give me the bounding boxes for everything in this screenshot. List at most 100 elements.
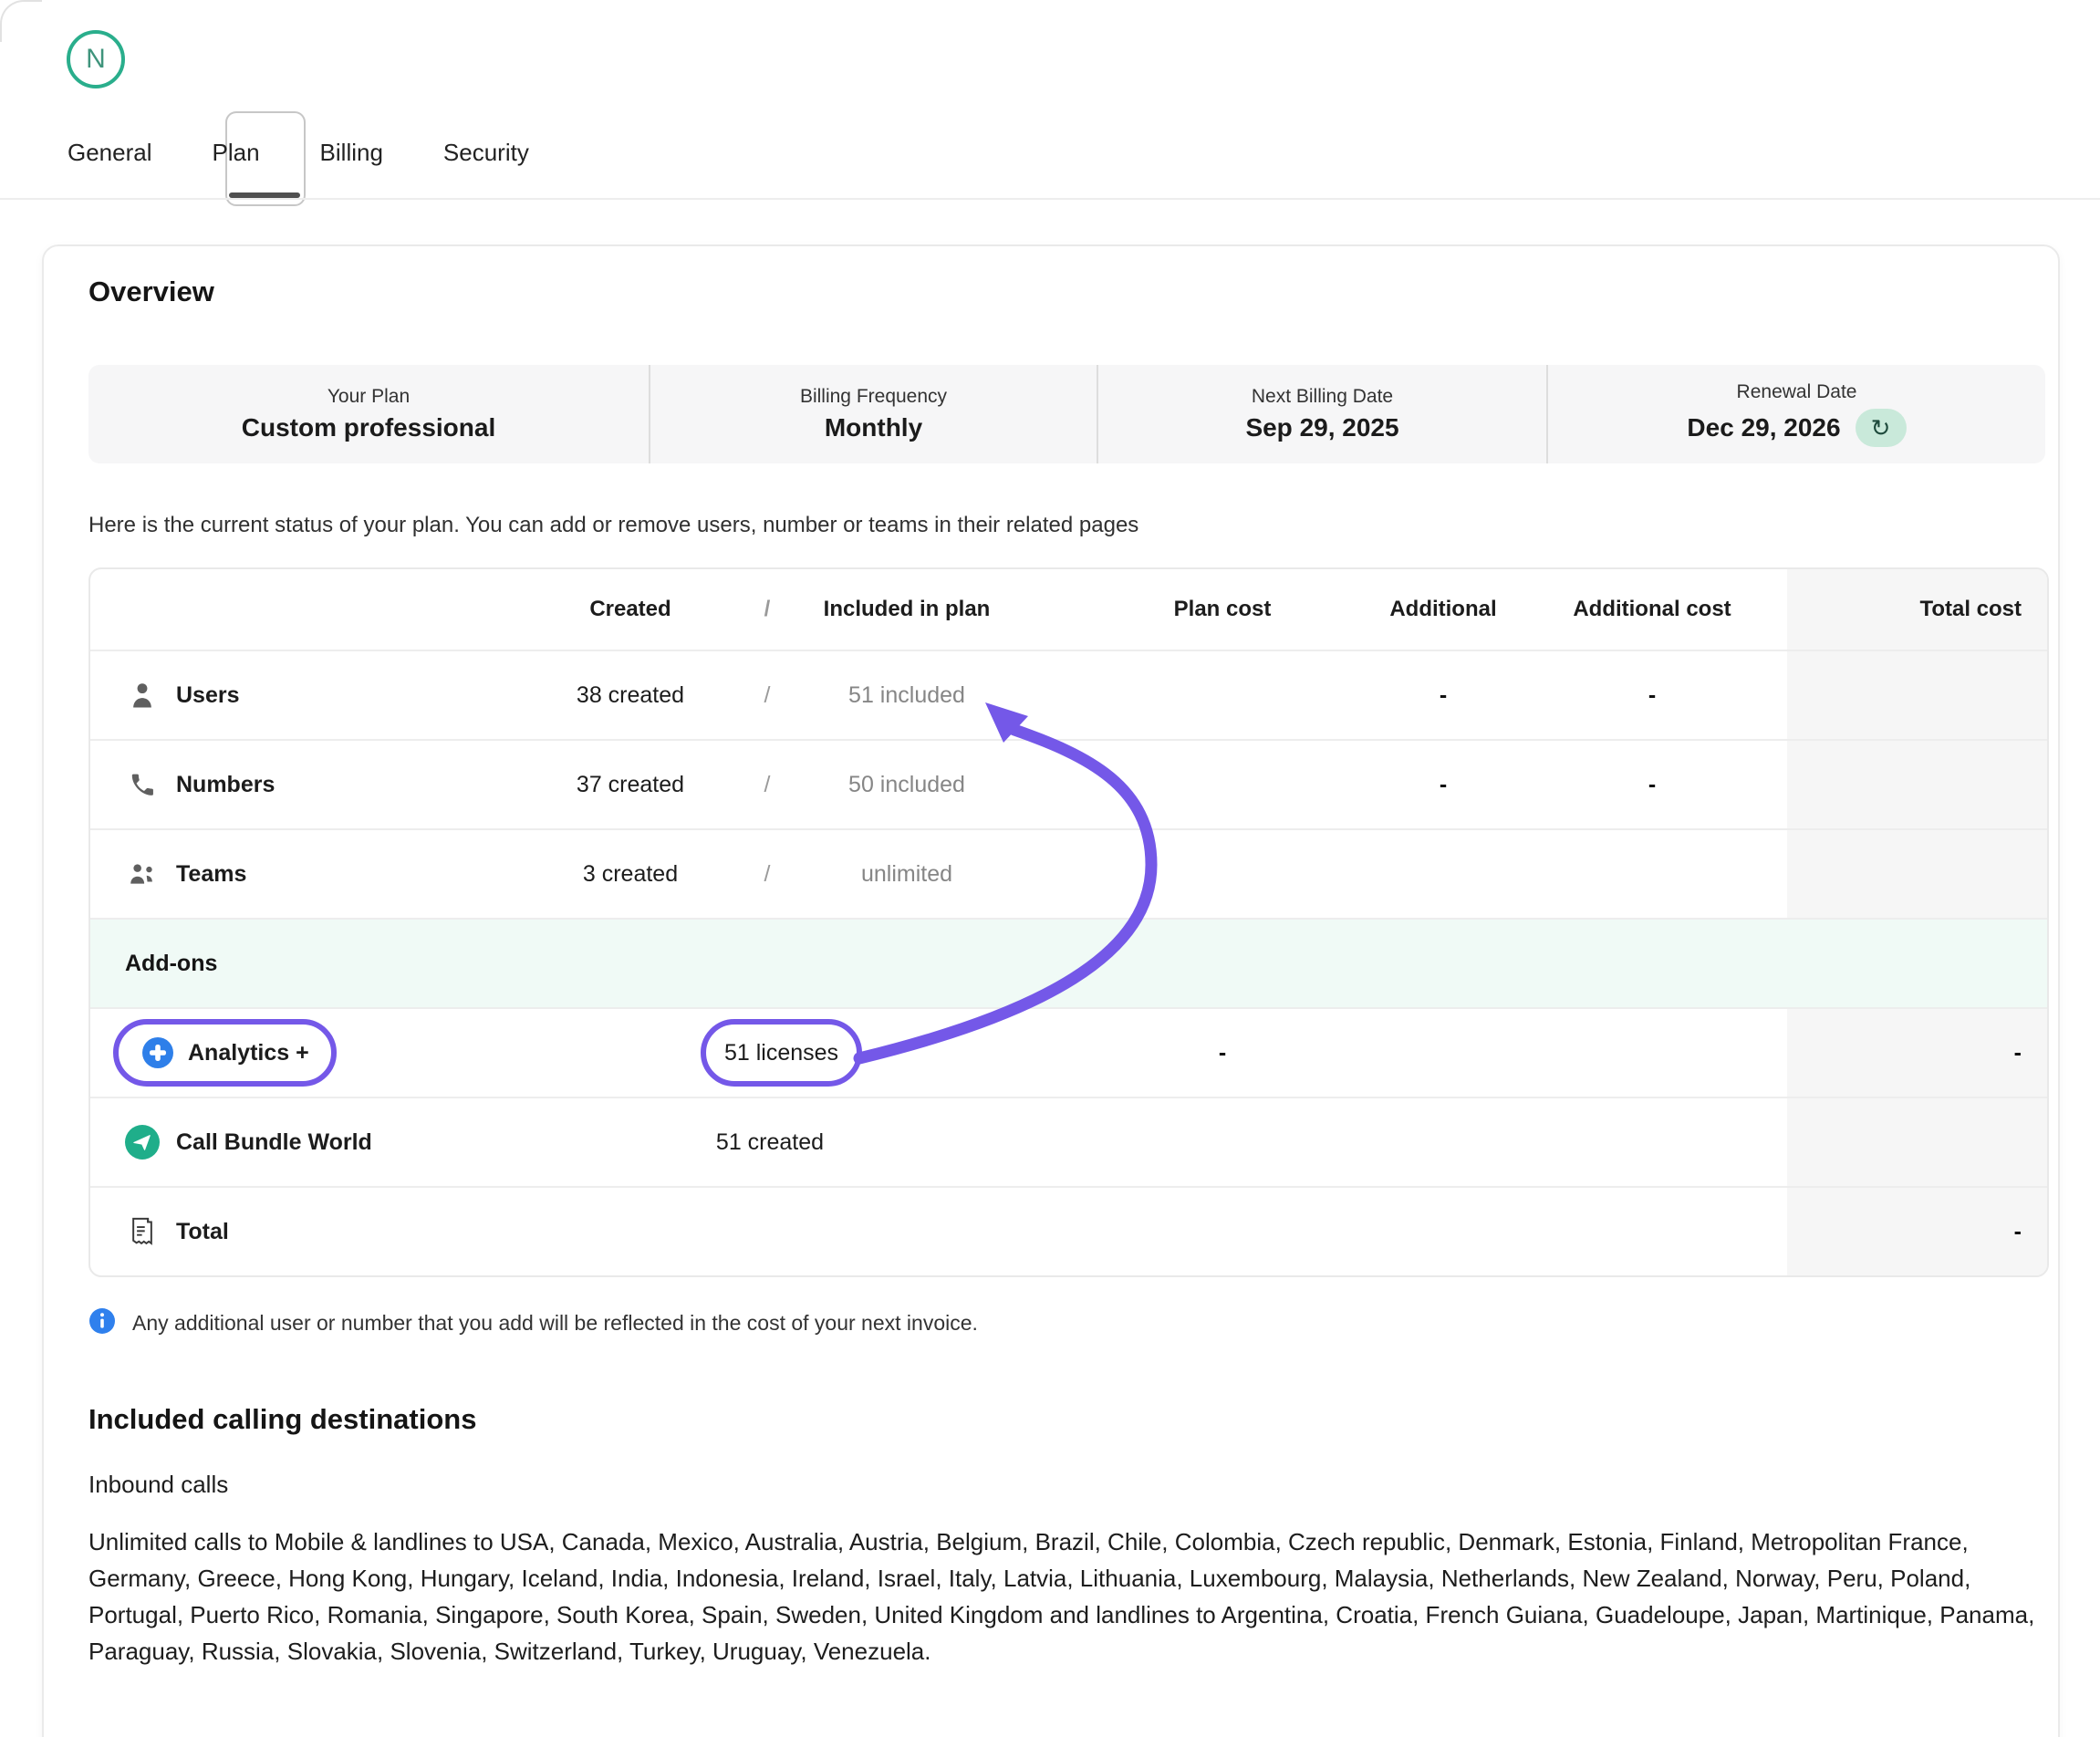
header-additional-cost: Additional cost bbox=[1517, 569, 1787, 650]
header-empty bbox=[90, 569, 539, 650]
users-total-cost bbox=[1787, 651, 2047, 739]
row-label: Teams bbox=[176, 861, 246, 888]
tab-plan[interactable]: Plan bbox=[213, 139, 260, 167]
total-plan-cost bbox=[1076, 1188, 1369, 1275]
plus-circle-icon bbox=[140, 1036, 175, 1069]
phone-icon bbox=[125, 772, 160, 797]
teams-created: 3 created bbox=[539, 830, 722, 918]
users-additional-cost: - bbox=[1517, 651, 1787, 739]
call-bundle-gap bbox=[1001, 1098, 1076, 1186]
analytics-additional bbox=[1369, 1009, 1517, 1097]
inbound-calls-label: Inbound calls bbox=[88, 1471, 228, 1499]
header-slash: / bbox=[722, 569, 813, 650]
table-row-analytics: Analytics + 51 licenses - - bbox=[90, 1007, 2047, 1097]
page-title: Overview bbox=[88, 276, 214, 308]
billing-frequency-value: Monthly bbox=[825, 413, 922, 442]
destinations-title: Included calling destinations bbox=[88, 1403, 476, 1436]
plan-status-text: Here is the current status of your plan.… bbox=[88, 513, 1138, 538]
next-billing-date-value: Sep 29, 2025 bbox=[1245, 413, 1398, 442]
row-label: Call Bundle World bbox=[176, 1129, 372, 1156]
total-included bbox=[813, 1188, 1001, 1275]
analytics-licenses: 51 licenses bbox=[724, 1040, 838, 1066]
destinations-body: Unlimited calls to Mobile & landlines to… bbox=[88, 1524, 2048, 1669]
numbers-included: 50 included bbox=[813, 741, 1001, 828]
analytics-total-cost: - bbox=[1787, 1009, 2047, 1097]
header-plan-cost: Plan cost bbox=[1076, 569, 1369, 650]
analytics-label-cell: Analytics + bbox=[90, 1009, 539, 1097]
teams-gap bbox=[1001, 830, 1076, 918]
analytics-value-cell: 51 licenses bbox=[539, 1009, 1001, 1097]
settings-tab-bar: General Plan Billing Security bbox=[68, 129, 529, 176]
plan-overview-card: Overview Your Plan Custom professional B… bbox=[42, 244, 2060, 1737]
receipt-icon bbox=[125, 1217, 160, 1246]
teams-included: unlimited bbox=[813, 830, 1001, 918]
users-plan-cost bbox=[1076, 651, 1369, 739]
row-label: Numbers bbox=[176, 772, 275, 798]
header-divider bbox=[0, 198, 2100, 200]
header-created: Created bbox=[539, 569, 722, 650]
your-plan-label: Your Plan bbox=[327, 386, 410, 408]
your-plan-value: Custom professional bbox=[242, 413, 495, 442]
total-label-cell: Total bbox=[90, 1188, 539, 1275]
header-total-cost: Total cost bbox=[1787, 569, 2047, 650]
call-bundle-plan-cost bbox=[1076, 1098, 1369, 1186]
next-billing-date-cell: Next Billing Date Sep 29, 2025 bbox=[1098, 365, 1548, 463]
users-slash: / bbox=[722, 651, 813, 739]
header-included: Included in plan bbox=[813, 569, 1001, 650]
renewal-date-value: Dec 29, 2026 ↻ bbox=[1687, 409, 1906, 447]
header-additional: Additional bbox=[1369, 569, 1517, 650]
your-plan-cell: Your Plan Custom professional bbox=[88, 365, 650, 463]
numbers-additional: - bbox=[1369, 741, 1517, 828]
tab-general[interactable]: General bbox=[68, 139, 152, 167]
total-additional-cost bbox=[1517, 1188, 1787, 1275]
teams-additional bbox=[1369, 830, 1517, 918]
numbers-additional-cost: - bbox=[1517, 741, 1787, 828]
row-label: Analytics + bbox=[188, 1040, 309, 1066]
teams-total-cost bbox=[1787, 830, 2047, 918]
table-row-call-bundle: Call Bundle World 51 created bbox=[90, 1097, 2047, 1186]
renewal-badge[interactable]: ↻ bbox=[1856, 409, 1907, 447]
table-row-total: Total - bbox=[90, 1186, 2047, 1275]
users-gap bbox=[1001, 651, 1076, 739]
table-row-users: Users 38 created / 51 included - - bbox=[90, 650, 2047, 739]
window-corner bbox=[0, 0, 42, 42]
numbers-created: 37 created bbox=[539, 741, 722, 828]
next-billing-date-label: Next Billing Date bbox=[1252, 386, 1393, 408]
table-header-row: Created / Included in plan Plan cost Add… bbox=[90, 569, 2047, 650]
addons-section-label: Add-ons bbox=[90, 920, 2047, 1007]
billing-frequency-cell: Billing Frequency Monthly bbox=[650, 365, 1098, 463]
numbers-plan-cost bbox=[1076, 741, 1369, 828]
call-bundle-additional-cost bbox=[1517, 1098, 1787, 1186]
analytics-gap bbox=[1001, 1009, 1076, 1097]
analytics-additional-cost bbox=[1517, 1009, 1787, 1097]
renewal-date-label: Renewal Date bbox=[1737, 381, 1857, 403]
table-row-teams: Teams 3 created / unlimited bbox=[90, 828, 2047, 918]
workspace-logo[interactable]: N bbox=[67, 30, 125, 88]
renewal-date-cell: Renewal Date Dec 29, 2026 ↻ bbox=[1548, 365, 2045, 463]
user-icon bbox=[125, 681, 160, 710]
invoice-note-text: Any additional user or number that you a… bbox=[132, 1311, 978, 1336]
invoice-note: Any additional user or number that you a… bbox=[88, 1307, 978, 1339]
total-additional bbox=[1369, 1188, 1517, 1275]
total-created bbox=[539, 1188, 722, 1275]
header-gap bbox=[1001, 569, 1076, 650]
paper-plane-icon bbox=[125, 1125, 160, 1160]
table-row-addons-section: Add-ons bbox=[90, 918, 2047, 1007]
tab-billing[interactable]: Billing bbox=[320, 139, 383, 167]
call-bundle-created: 51 created bbox=[539, 1098, 1001, 1186]
licenses-highlight-oval: 51 licenses bbox=[701, 1019, 862, 1087]
users-label-cell: Users bbox=[90, 651, 539, 739]
refresh-icon: ↻ bbox=[1871, 414, 1891, 442]
users-included: 51 included bbox=[813, 651, 1001, 739]
total-slash bbox=[722, 1188, 813, 1275]
numbers-label-cell: Numbers bbox=[90, 741, 539, 828]
table-row-numbers: Numbers 37 created / 50 included - - bbox=[90, 739, 2047, 828]
call-bundle-total-cost bbox=[1787, 1098, 2047, 1186]
teams-additional-cost bbox=[1517, 830, 1787, 918]
plan-summary-strip: Your Plan Custom professional Billing Fr… bbox=[88, 365, 2045, 463]
numbers-slash: / bbox=[722, 741, 813, 828]
call-bundle-label-cell: Call Bundle World bbox=[90, 1098, 539, 1186]
tab-security[interactable]: Security bbox=[443, 139, 529, 167]
numbers-gap bbox=[1001, 741, 1076, 828]
workspace-logo-letter: N bbox=[86, 44, 106, 75]
